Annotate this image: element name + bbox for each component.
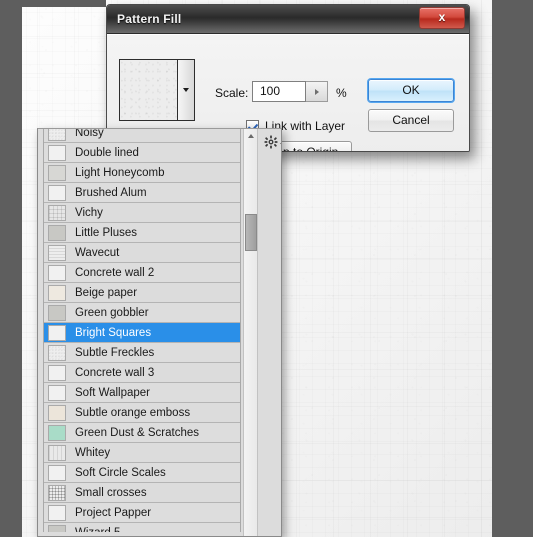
pattern-name: Bright Squares <box>75 326 152 339</box>
caret-up-icon[interactable] <box>244 129 257 143</box>
pattern-name: Concrete wall 2 <box>75 266 155 279</box>
list-item[interactable]: Subtle Freckles <box>44 343 240 363</box>
close-icon: x <box>438 10 446 24</box>
list-item[interactable]: Soft Circle Scales <box>44 463 240 483</box>
pattern-picker-field[interactable] <box>119 59 195 121</box>
pattern-name: Soft Circle Scales <box>75 466 166 479</box>
pattern-thumbnail <box>48 324 66 341</box>
pattern-thumbnail <box>48 184 66 201</box>
pattern-thumbnail <box>48 144 66 161</box>
pattern-name: Beige paper <box>75 286 138 299</box>
scale-stepper[interactable] <box>306 81 328 102</box>
app-root: Pattern Fill x Scale: 100 % Link with La… <box>0 0 533 537</box>
dialog-titlebar[interactable]: Pattern Fill x <box>107 5 469 34</box>
pattern-name: Subtle orange emboss <box>75 406 191 419</box>
pattern-swatch[interactable] <box>120 60 177 120</box>
list-item[interactable]: Beige paper <box>44 283 240 303</box>
scale-percent-label: % <box>336 86 347 100</box>
pattern-thumbnail <box>48 424 66 441</box>
pattern-name: Soft Wallpaper <box>75 386 150 399</box>
pattern-thumbnail <box>48 284 66 301</box>
list-item[interactable]: Small crosses <box>44 483 240 503</box>
list-item[interactable]: Green gobbler <box>44 303 240 323</box>
pattern-name: Whitey <box>75 446 111 459</box>
pattern-name: Small crosses <box>75 486 147 499</box>
list-item[interactable]: Little Pluses <box>44 223 240 243</box>
pattern-thumbnail <box>48 224 66 241</box>
pattern-list[interactable]: Noisy Double lined Light Honeycomb Brushed … <box>43 128 241 532</box>
scale-input[interactable]: 100 <box>252 81 306 102</box>
list-item[interactable]: Concrete wall 2 <box>44 263 240 283</box>
pattern-name: Noisy <box>75 128 104 139</box>
pattern-name: Concrete wall 3 <box>75 366 155 379</box>
scrollbar-thumb[interactable] <box>245 214 257 251</box>
pattern-thumbnail <box>48 204 66 221</box>
pattern-thumbnail <box>48 244 66 261</box>
pattern-thumbnail <box>48 464 66 481</box>
pattern-name: Double lined <box>75 146 139 159</box>
list-item[interactable]: Project Papper <box>44 503 240 523</box>
pattern-thumbnail <box>48 484 66 501</box>
pattern-thumbnail <box>48 364 66 381</box>
pattern-picker-panel: Noisy Double lined Light Honeycomb Brushed … <box>37 128 282 537</box>
app-frame-right <box>492 0 533 537</box>
pattern-thumbnail <box>48 129 66 141</box>
list-item[interactable]: Whitey <box>44 443 240 463</box>
pattern-name: Brushed Alum <box>75 186 147 199</box>
pattern-thumbnail <box>48 344 66 361</box>
pattern-name: Green gobbler <box>75 306 149 319</box>
list-item[interactable]: Concrete wall 3 <box>44 363 240 383</box>
pattern-thumbnail <box>48 264 66 281</box>
chevron-down-icon <box>280 143 281 146</box>
pattern-name: Wavecut <box>75 246 120 259</box>
pattern-thumbnail <box>48 444 66 461</box>
list-item[interactable]: Subtle orange emboss <box>44 403 240 423</box>
pattern-name: Subtle Freckles <box>75 346 155 359</box>
pattern-list-scrollbar[interactable] <box>243 129 258 536</box>
chevron-down-icon[interactable] <box>177 60 194 120</box>
close-button[interactable]: x <box>419 7 465 29</box>
pattern-name: Little Pluses <box>75 226 138 239</box>
list-item[interactable]: Green Dust & Scratches <box>44 423 240 443</box>
list-item[interactable]: Double lined <box>44 143 240 163</box>
list-item[interactable]: Light Honeycomb <box>44 163 240 183</box>
cancel-button[interactable]: Cancel <box>368 109 454 132</box>
list-item[interactable]: Wizard 5 <box>44 523 240 532</box>
list-item[interactable]: Soft Wallpaper <box>44 383 240 403</box>
list-item[interactable]: Brushed Alum <box>44 183 240 203</box>
pattern-name: Wizard 5 <box>75 527 120 533</box>
scale-label: Scale: <box>215 86 249 100</box>
pattern-name: Vichy <box>75 206 103 219</box>
pattern-thumbnail <box>48 304 66 321</box>
dialog-title: Pattern Fill <box>117 12 182 26</box>
list-item[interactable]: Wavecut <box>44 243 240 263</box>
pattern-thumbnail <box>48 404 66 421</box>
gear-icon[interactable] <box>264 135 281 153</box>
pattern-thumbnail <box>48 164 66 181</box>
pattern-name: Green Dust & Scratches <box>75 426 199 439</box>
app-frame-left <box>0 0 22 537</box>
list-item[interactable]: Vichy <box>44 203 240 223</box>
app-frame-top <box>22 0 106 7</box>
list-item[interactable]: Noisy <box>44 128 240 143</box>
pattern-name: Light Honeycomb <box>75 166 165 179</box>
ok-button[interactable]: OK <box>368 79 454 102</box>
pattern-thumbnail <box>48 524 66 532</box>
pattern-thumbnail <box>48 384 66 401</box>
pattern-thumbnail <box>48 504 66 521</box>
list-item[interactable]: Bright Squares <box>44 323 240 343</box>
pattern-name: Project Papper <box>75 506 152 519</box>
